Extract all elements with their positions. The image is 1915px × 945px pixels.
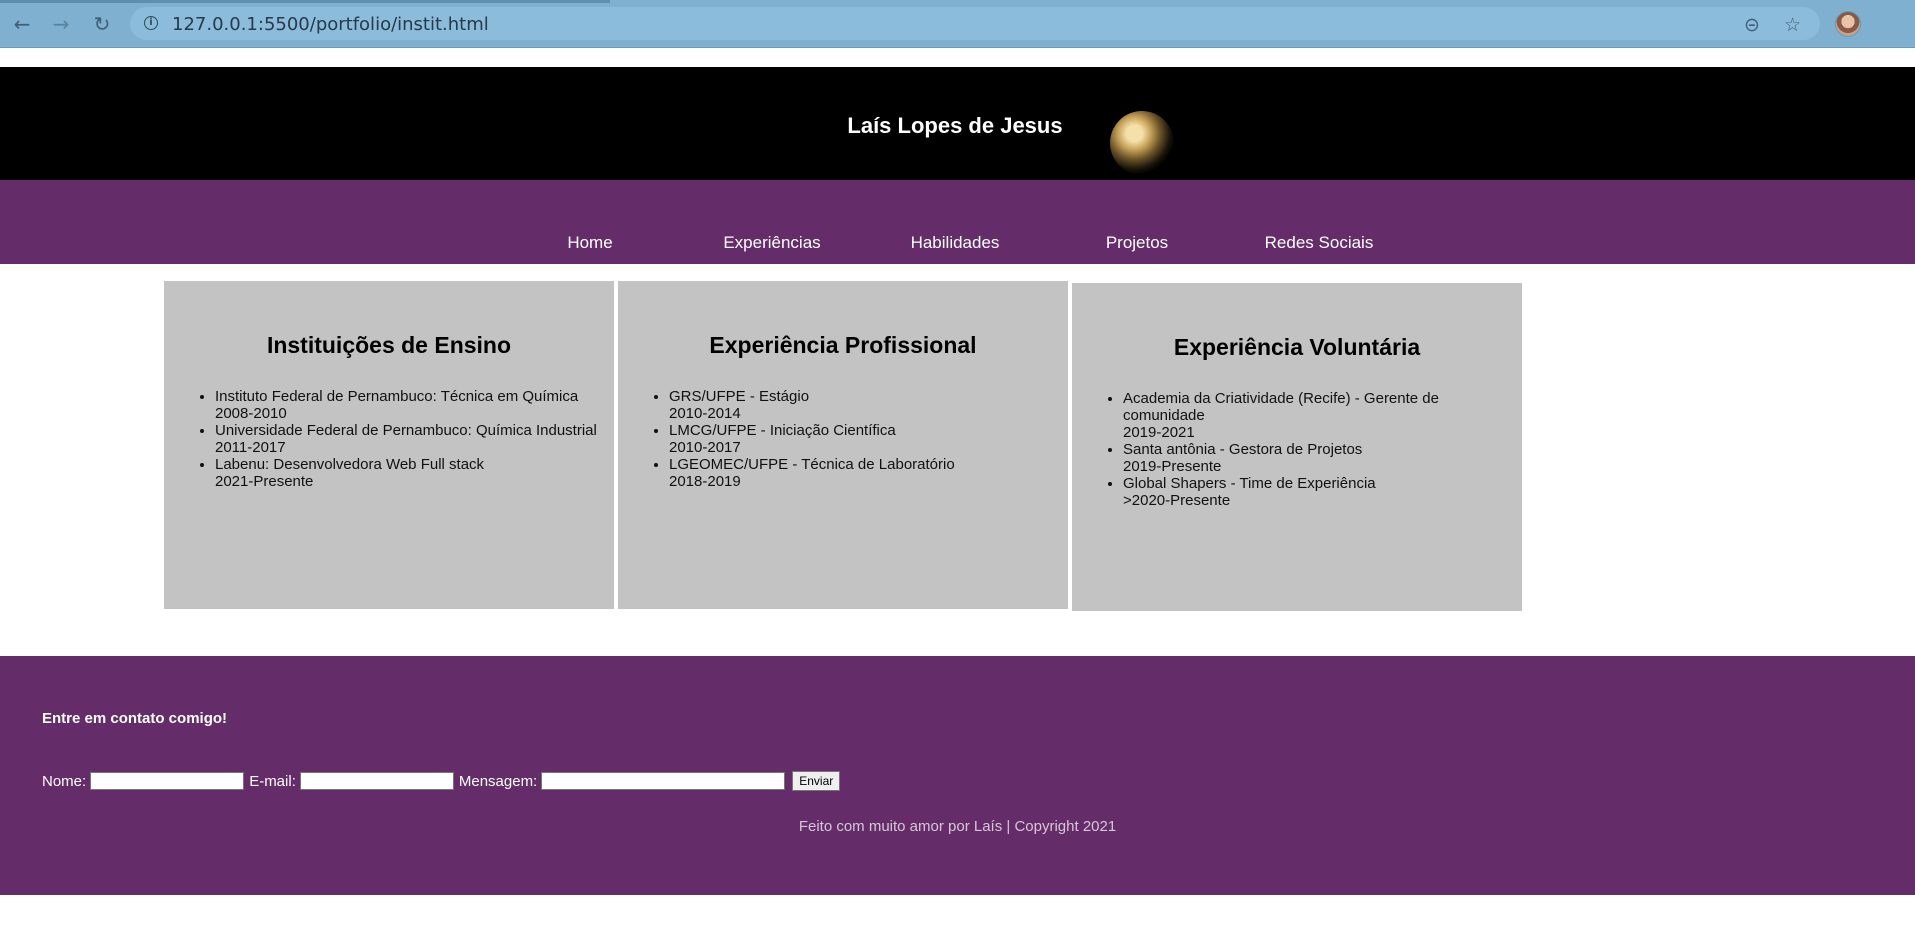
message-input[interactable] xyxy=(541,772,786,790)
card-list: GRS/UFPE - Estágio2010-2014 LMCG/UFPE - … xyxy=(669,388,1058,490)
reload-icon[interactable]: ↻ xyxy=(90,12,114,36)
message-label: Mensagem: xyxy=(458,772,538,790)
profile-avatar[interactable] xyxy=(1835,11,1861,37)
list-item: LMCG/UFPE - Iniciação Científica2010-201… xyxy=(669,422,1058,456)
nav-item-redes-sociais[interactable]: Redes Sociais xyxy=(1249,233,1389,253)
list-item: Global Shapers - Time de Experiência>202… xyxy=(1123,475,1442,509)
email-input[interactable] xyxy=(299,772,454,790)
list-item: Universidade Federal de Pernambuco: Quím… xyxy=(215,422,604,456)
card-title: Experiência Voluntária xyxy=(1173,334,1421,360)
url-text[interactable]: 127.0.0.1:5500/portfolio/instit.html xyxy=(172,14,489,35)
name-label: Nome: xyxy=(42,772,87,790)
card-title: Experiência Profissional xyxy=(709,332,977,358)
main-nav: Home Experiências Habilidades Projetos R… xyxy=(0,180,1915,264)
send-button[interactable]: Enviar xyxy=(792,771,841,791)
nav-item-home[interactable]: Home xyxy=(520,233,660,253)
list-item: Instituto Federal de Pernambuco: Técnica… xyxy=(215,388,604,422)
list-item: Santa antônia - Gestora de Projetos2019-… xyxy=(1123,441,1442,475)
card-list: Instituto Federal de Pernambuco: Técnica… xyxy=(215,388,604,490)
active-tab-indicator xyxy=(0,0,610,3)
nav-item-habilidades[interactable]: Habilidades xyxy=(885,233,1025,253)
list-item: GRS/UFPE - Estágio2010-2014 xyxy=(669,388,1058,422)
card-title: Instituições de Ensino xyxy=(266,332,512,358)
name-input[interactable] xyxy=(90,772,245,790)
arrow-right-icon[interactable]: → xyxy=(49,12,73,36)
moon-image xyxy=(1110,111,1174,175)
card-list: Academia da Criatividade (Recife) - Gere… xyxy=(1123,390,1442,509)
site-header: Laís Lopes de Jesus xyxy=(0,67,1915,180)
contact-title: Entre em contato comigo! xyxy=(42,710,228,727)
copyright-text: Feito com muito amor por Laís | Copyrigh… xyxy=(798,818,1117,835)
nav-item-experiencias[interactable]: Experiências xyxy=(702,233,842,253)
address-bar[interactable]: i 127.0.0.1:5500/portfolio/instit.html ⊝… xyxy=(130,7,1820,40)
list-item: LGEOMEC/UFPE - Técnica de Laboratório201… xyxy=(669,456,1058,490)
card-instituicoes: Instituições de Ensino Instituto Federal… xyxy=(164,281,614,609)
page: Laís Lopes de Jesus Home Experiências Ha… xyxy=(0,48,1915,945)
nav-item-projetos[interactable]: Projetos xyxy=(1067,233,1207,253)
site-info-icon[interactable]: i xyxy=(144,16,158,30)
site-footer: Entre em contato comigo! Nome: E-mail: M… xyxy=(0,656,1915,895)
card-experiencia-profissional: Experiência Profissional GRS/UFPE - Está… xyxy=(618,281,1068,609)
contact-form: Nome: E-mail: Mensagem: Enviar xyxy=(42,770,841,792)
email-label: E-mail: xyxy=(249,772,296,790)
site-title: Laís Lopes de Jesus xyxy=(847,113,1063,138)
card-experiencia-voluntaria: Experiência Voluntária Academia da Criat… xyxy=(1072,283,1522,611)
list-item: Academia da Criatividade (Recife) - Gere… xyxy=(1123,390,1442,441)
zoom-out-icon[interactable]: ⊝ xyxy=(1744,14,1760,36)
browser-toolbar: ← → ↻ i 127.0.0.1:5500/portfolio/instit.… xyxy=(0,0,1915,48)
star-icon[interactable]: ☆ xyxy=(1784,14,1801,36)
arrow-left-icon[interactable]: ← xyxy=(10,12,34,36)
list-item: Labenu: Desenvolvedora Web Full stack202… xyxy=(215,456,604,490)
